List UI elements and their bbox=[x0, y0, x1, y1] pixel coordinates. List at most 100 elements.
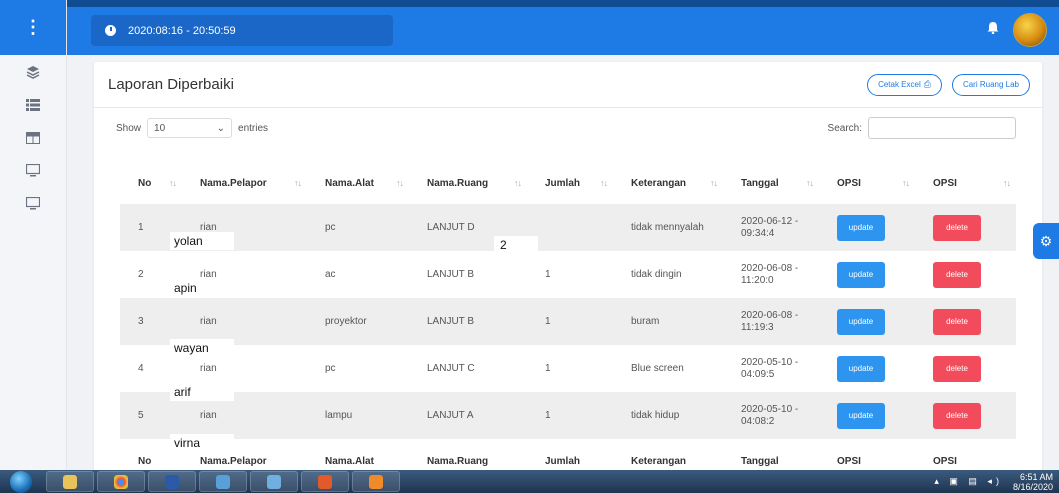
footer-header: Nama.Ruang bbox=[427, 456, 489, 467]
update-button[interactable]: update bbox=[837, 214, 885, 241]
table-cell-no: 3 bbox=[120, 298, 182, 345]
table-row: 4 rian pc LANJUT C 1 Blue screen 2020-05-10 - … bbox=[120, 345, 1016, 392]
printer-icon: ⎙ bbox=[923, 79, 931, 89]
delete-cell: delete bbox=[915, 251, 1016, 298]
taskbar-explorer[interactable] bbox=[46, 471, 94, 492]
taskbar-chrome[interactable] bbox=[97, 471, 145, 492]
chevron-down-icon: ⌄ bbox=[216, 122, 226, 134]
sort-icon: ↑↓ bbox=[514, 178, 522, 188]
column-header[interactable]: Tanggal ↑↓ bbox=[723, 162, 819, 204]
cari-ruang-button[interactable]: Cari Ruang Lab bbox=[951, 73, 1030, 96]
avatar[interactable] bbox=[1013, 13, 1047, 47]
sort-icon: ↑↓ bbox=[396, 178, 404, 188]
delete-button[interactable]: delete bbox=[933, 402, 981, 429]
table-cell-tanggal: 2020-06-12 - 09:34:4 bbox=[723, 204, 819, 251]
entries-label: entries bbox=[238, 122, 269, 134]
report-card: Laporan Diperbaiki Cetak Excel ⎙ Cari Ru… bbox=[94, 62, 1042, 482]
footer-header: OPSI bbox=[837, 456, 861, 467]
search-input[interactable] bbox=[868, 117, 1016, 139]
delete-button[interactable]: delete bbox=[933, 308, 981, 335]
table-cell-pelapor: rian bbox=[182, 298, 307, 345]
entries-select[interactable]: 10 ⌄ bbox=[147, 118, 233, 138]
footer-header: Nama.Pelapor bbox=[200, 456, 267, 467]
layers-icon[interactable] bbox=[0, 55, 66, 88]
footer-header: Tanggal bbox=[741, 456, 779, 467]
cetak-excel-label: Cetak Excel bbox=[878, 80, 921, 89]
delete-button[interactable]: delete bbox=[933, 355, 981, 382]
table-cell-ruang: LANJUT B bbox=[409, 251, 527, 298]
table-cell-ket: Blue screen bbox=[613, 345, 723, 392]
footer-header: OPSI bbox=[933, 456, 957, 467]
page-title: Laporan Diperbaiki bbox=[108, 76, 234, 93]
table-controls: Show 10 ⌄ entries Search: bbox=[94, 108, 1042, 148]
sort-icon: ↑↓ bbox=[600, 178, 608, 188]
update-cell: update bbox=[819, 251, 915, 298]
system-tray: ▴ ▣ ▤ ◂) 6:51 AM 8/16/2020 bbox=[934, 472, 1059, 492]
monitor-icon[interactable] bbox=[0, 154, 66, 187]
delete-button[interactable]: delete bbox=[933, 214, 981, 241]
monitor-icon[interactable] bbox=[0, 187, 66, 220]
name-overlay: wayan bbox=[170, 339, 234, 357]
sort-icon: ↑↓ bbox=[169, 178, 177, 188]
table-cell-alat: pc bbox=[307, 204, 409, 251]
column-header[interactable]: Nama.Pelapor ↑↓ bbox=[182, 162, 307, 204]
table-cell-alat: lampu bbox=[307, 392, 409, 439]
update-button[interactable]: update bbox=[837, 402, 885, 429]
topbar: 2020:08:16 - 20:50:59 bbox=[67, 0, 1059, 55]
list-icon[interactable] bbox=[0, 88, 66, 121]
table-cell-tanggal: 2020-06-08 - 11:19:3 bbox=[723, 298, 819, 345]
taskbar: ▴ ▣ ▤ ◂) 6:51 AM 8/16/2020 bbox=[0, 470, 1059, 493]
table-cell-ket: buram bbox=[613, 298, 723, 345]
update-button[interactable]: update bbox=[837, 308, 885, 335]
table-row: 2 rian ac LANJUT B 1 tidak dingin 2020-06-08 -… bbox=[120, 251, 1016, 298]
table-cell-alat: proyektor bbox=[307, 298, 409, 345]
table-cell-tanggal: 2020-06-08 - 11:20:0 bbox=[723, 251, 819, 298]
datetime-display: 2020:08:16 - 20:50:59 bbox=[91, 15, 393, 46]
table-cell-ruang: LANJUT C bbox=[409, 345, 527, 392]
sort-icon: ↑↓ bbox=[294, 178, 302, 188]
table-cell-alat: pc bbox=[307, 345, 409, 392]
delete-cell: delete bbox=[915, 345, 1016, 392]
delete-cell: delete bbox=[915, 204, 1016, 251]
column-header[interactable]: Keterangan ↑↓ bbox=[613, 162, 723, 204]
update-cell: update bbox=[819, 345, 915, 392]
search-label: Search: bbox=[827, 122, 862, 134]
tray-date: 8/16/2020 bbox=[1012, 481, 1053, 492]
tray-time: 6:51 AM bbox=[1019, 471, 1053, 482]
taskbar-xampp[interactable] bbox=[301, 471, 349, 492]
taskbar-sublime[interactable] bbox=[352, 471, 400, 492]
update-button[interactable]: update bbox=[837, 355, 885, 382]
column-header[interactable]: OPSI ↑↓ bbox=[915, 162, 1016, 204]
table-row: 1 rian pc LANJUT Dtidak mennyalah 2020-06-12… bbox=[120, 204, 1016, 251]
name-overlay: arif bbox=[170, 383, 234, 401]
cetak-excel-button[interactable]: Cetak Excel ⎙ bbox=[867, 73, 942, 96]
update-cell: update bbox=[819, 204, 915, 251]
sort-icon: ↑↓ bbox=[902, 178, 910, 188]
taskbar-image-viewer[interactable] bbox=[250, 471, 298, 492]
column-header[interactable]: OPSI ↑↓ bbox=[819, 162, 915, 204]
gear-icon[interactable]: ⚙ bbox=[1033, 223, 1059, 259]
taskbar-app[interactable] bbox=[199, 471, 247, 492]
sort-icon: ↑↓ bbox=[1003, 178, 1011, 188]
menu-icon[interactable]: ⋮ bbox=[0, 0, 66, 55]
clock[interactable]: 6:51 AM 8/16/2020 bbox=[1013, 472, 1053, 492]
taskbar-word[interactable] bbox=[148, 471, 196, 492]
table-icon[interactable] bbox=[0, 121, 66, 154]
tray-icons[interactable]: ▴ ▣ ▤ ◂) bbox=[934, 476, 1003, 487]
table-cell-ruang: LANJUT A bbox=[409, 392, 527, 439]
column-header[interactable]: Nama.Ruang ↑↓ bbox=[409, 162, 527, 204]
column-header[interactable]: Nama.Alat ↑↓ bbox=[307, 162, 409, 204]
delete-button[interactable]: delete bbox=[933, 261, 981, 288]
start-button[interactable] bbox=[10, 470, 32, 493]
cari-ruang-label: Cari Ruang Lab bbox=[962, 80, 1019, 89]
bell-icon[interactable] bbox=[987, 21, 999, 38]
name-overlay: apin bbox=[170, 279, 234, 297]
sort-icon: ↑↓ bbox=[710, 178, 718, 188]
column-header[interactable]: No ↑↓ bbox=[120, 162, 182, 204]
column-header[interactable]: Jumlah ↑↓ bbox=[527, 162, 613, 204]
delete-cell: delete bbox=[915, 392, 1016, 439]
clock-icon bbox=[105, 25, 116, 36]
table-cell-jumlah: 1 bbox=[527, 251, 613, 298]
update-button[interactable]: update bbox=[837, 261, 885, 288]
footer-header: Nama.Alat bbox=[325, 456, 374, 467]
